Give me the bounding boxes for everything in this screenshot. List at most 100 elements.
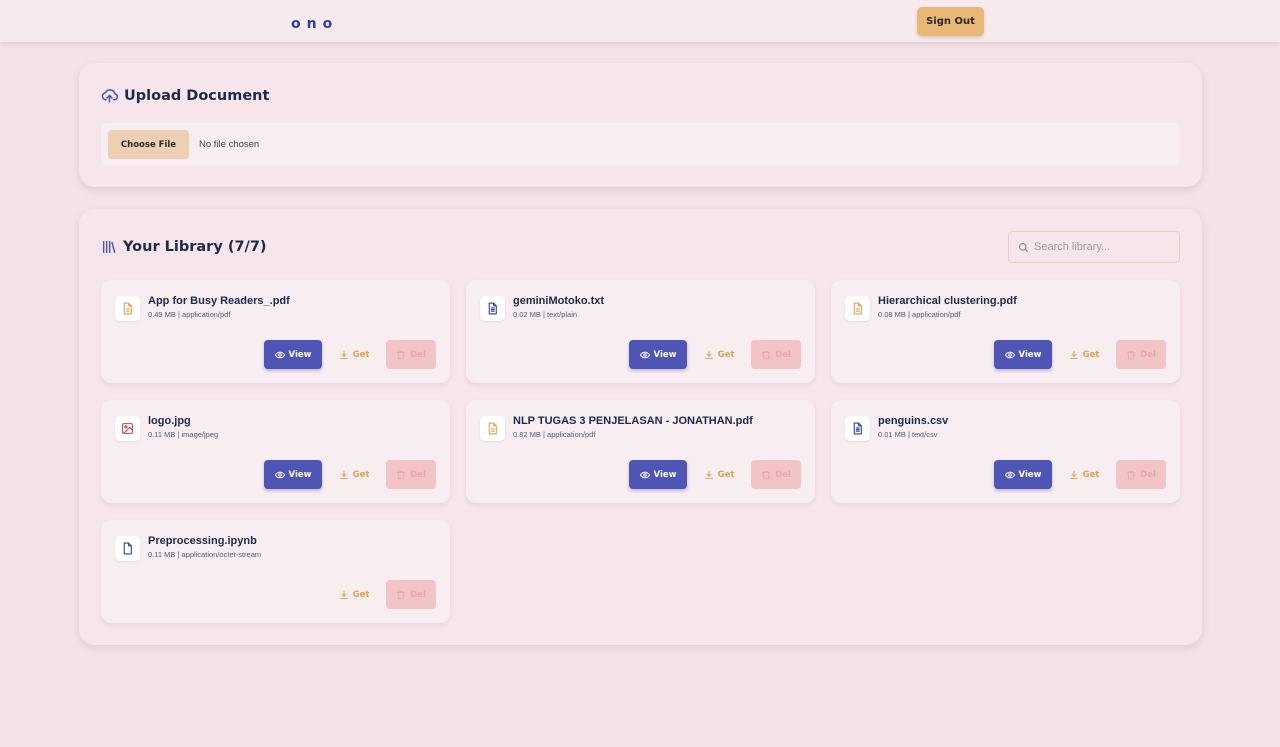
document-meta: 0.01 MB | text/csv — [878, 430, 938, 439]
view-button-label: View — [1018, 469, 1042, 480]
logo: ono — [291, 16, 339, 32]
choose-file-button[interactable]: Choose File — [108, 130, 189, 159]
upload-title: Upload Document — [101, 87, 269, 104]
download-icon — [704, 350, 714, 360]
document-card: penguins.csv 0.01 MB | text/csv View Get Del — [831, 400, 1180, 503]
view-button[interactable]: View — [994, 340, 1052, 369]
document-icon — [115, 296, 140, 321]
download-icon — [704, 470, 714, 480]
file-status: No file chosen — [199, 139, 260, 150]
view-button[interactable]: View — [264, 340, 322, 369]
trash-icon — [761, 470, 771, 480]
get-button-label: Get — [352, 349, 370, 360]
search-input[interactable] — [1034, 232, 1174, 262]
document-meta: 0.08 MB | application/pdf — [878, 310, 961, 319]
get-button[interactable]: Get — [692, 460, 746, 489]
eye-icon — [274, 470, 285, 480]
document-meta: 0.82 MB | application/pdf — [513, 430, 596, 439]
eye-icon — [639, 350, 650, 360]
download-icon — [339, 350, 349, 360]
cloud-upload-icon — [101, 87, 118, 104]
get-button-label: Get — [1082, 349, 1100, 360]
view-button[interactable]: View — [264, 460, 322, 489]
document-card: Hierarchical clustering.pdf 0.08 MB | app… — [831, 280, 1180, 383]
get-button-label: Get — [352, 589, 370, 600]
get-button[interactable]: Get — [1057, 460, 1111, 489]
delete-button[interactable]: Del — [386, 460, 436, 489]
document-name: NLP TUGAS 3 PENJELASAN - JONATHAN.pdf — [513, 415, 753, 427]
upload-card: Upload Document Choose File No file chos… — [79, 63, 1202, 187]
document-name: logo.jpg — [148, 415, 191, 427]
search-box[interactable] — [1008, 231, 1180, 263]
download-icon — [1069, 470, 1079, 480]
document-card: Preprocessing.ipynb 0.11 MB | application… — [101, 520, 450, 623]
delete-button[interactable]: Del — [751, 460, 801, 489]
document-name: geminiMotoko.txt — [513, 295, 605, 307]
download-icon — [339, 590, 349, 600]
file-icon — [115, 536, 140, 561]
library-title: Your Library (7/7) — [101, 239, 267, 255]
get-button[interactable]: Get — [327, 580, 381, 609]
delete-button[interactable]: Del — [386, 580, 436, 609]
file-input[interactable]: Choose File No file chosen — [101, 123, 1180, 166]
eye-icon — [1004, 470, 1015, 480]
library-card: Your Library (7/7) App for Busy Readers_… — [79, 209, 1202, 645]
delete-button-label: Del — [410, 349, 426, 360]
trash-icon — [396, 470, 406, 480]
library-icon — [101, 239, 117, 255]
document-card: logo.jpg 0.11 MB | image/jpeg View Get Del — [101, 400, 450, 503]
get-button[interactable]: Get — [327, 460, 381, 489]
document-name: penguins.csv — [878, 415, 949, 427]
document-icon — [845, 296, 870, 321]
delete-button[interactable]: Del — [1116, 460, 1166, 489]
document-meta: 0.02 MB | text/plain — [513, 310, 578, 319]
document-name: Preprocessing.ipynb — [148, 535, 257, 547]
delete-button-label: Del — [775, 469, 791, 480]
document-meta: 0.49 MB | application/pdf — [148, 310, 231, 319]
get-button[interactable]: Get — [327, 340, 381, 369]
get-button-label: Get — [717, 469, 735, 480]
top-bar: ono Sign Out — [0, 0, 1280, 42]
document-name: App for Busy Readers_.pdf — [148, 295, 290, 307]
view-button[interactable]: View — [629, 460, 687, 489]
document-card: App for Busy Readers_.pdf 0.49 MB | appli… — [101, 280, 450, 383]
get-button-label: Get — [1082, 469, 1100, 480]
upload-title-text: Upload Document — [124, 87, 270, 104]
sign-out-button[interactable]: Sign Out — [917, 7, 984, 36]
delete-button[interactable]: Del — [386, 340, 436, 369]
delete-button-label: Del — [1140, 469, 1156, 480]
view-button[interactable]: View — [629, 340, 687, 369]
delete-button-label: Del — [410, 589, 426, 600]
document-name: Hierarchical clustering.pdf — [878, 295, 1017, 307]
eye-icon — [1004, 350, 1015, 360]
eye-icon — [639, 470, 650, 480]
get-button[interactable]: Get — [692, 340, 746, 369]
delete-button[interactable]: Del — [1116, 340, 1166, 369]
delete-button-label: Del — [775, 349, 791, 360]
view-button-label: View — [1018, 349, 1042, 360]
get-button[interactable]: Get — [1057, 340, 1111, 369]
get-button-label: Get — [352, 469, 370, 480]
view-button-label: View — [653, 349, 677, 360]
view-button[interactable]: View — [994, 460, 1052, 489]
trash-icon — [1126, 470, 1136, 480]
library-title-text: Your Library (7/7) — [123, 239, 267, 255]
trash-icon — [1126, 350, 1136, 360]
text-file-icon — [845, 416, 870, 441]
view-button-label: View — [288, 469, 312, 480]
delete-button-label: Del — [410, 469, 426, 480]
get-button-label: Get — [717, 349, 735, 360]
text-file-icon — [480, 296, 505, 321]
eye-icon — [274, 350, 285, 360]
document-meta: 0.11 MB | image/jpeg — [148, 430, 219, 439]
document-card: geminiMotoko.txt 0.02 MB | text/plain View… — [466, 280, 815, 383]
delete-button[interactable]: Del — [751, 340, 801, 369]
trash-icon — [396, 590, 406, 600]
image-icon — [115, 416, 140, 441]
view-button-label: View — [288, 349, 312, 360]
document-meta: 0.11 MB | application/octet-stream — [148, 550, 262, 559]
view-button-label: View — [653, 469, 677, 480]
document-icon — [480, 416, 505, 441]
trash-icon — [761, 350, 771, 360]
document-card: NLP TUGAS 3 PENJELASAN - JONATHAN.pdf 0.8… — [466, 400, 815, 503]
